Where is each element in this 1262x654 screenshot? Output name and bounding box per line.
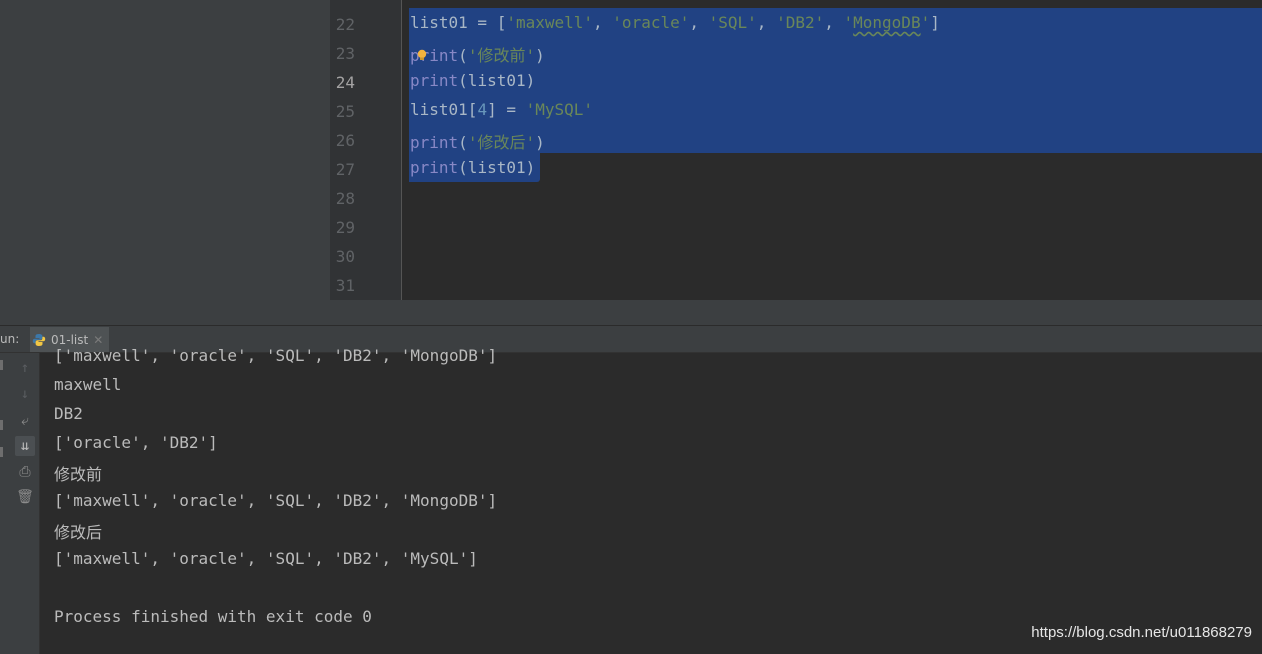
line-number: 27 [335, 160, 355, 179]
arrow-down-icon[interactable]: ↓ [15, 384, 35, 404]
scroll-to-end-icon[interactable]: ⇊ [15, 436, 35, 456]
toolbar-edge-mark [0, 447, 3, 457]
code-line-22[interactable]: list01 = ['maxwell', 'oracle', 'SQL', 'D… [410, 13, 940, 32]
line-number: 26 [335, 131, 355, 150]
project-pane [0, 0, 330, 325]
line-number: 23 [335, 44, 355, 63]
run-tab-label: 01-list [51, 332, 89, 347]
trash-icon[interactable]: 🗑 [15, 487, 35, 507]
watermark: https://blog.csdn.net/u011868279 [1031, 624, 1252, 641]
console-line: maxwell [54, 375, 122, 394]
code-line-25[interactable]: list01[4] = 'MySQL' [410, 100, 593, 119]
arrow-up-icon[interactable]: ↑ [15, 358, 35, 378]
editor-bottom-bar [330, 300, 1262, 325]
toolbar-edge-mark [0, 360, 3, 370]
console-line: ['oracle', 'DB2'] [54, 433, 218, 452]
run-window-label: un: [0, 332, 20, 346]
python-icon [32, 333, 46, 346]
console-line: ['maxwell', 'oracle', 'SQL', 'DB2', 'Mon… [54, 346, 498, 365]
toolbar-edge-mark [0, 420, 3, 430]
line-number: 31 [335, 276, 355, 295]
console-line: ['maxwell', 'oracle', 'SQL', 'DB2', 'Mon… [54, 491, 498, 510]
console-line: 修改后 [54, 523, 103, 542]
line-number: 25 [335, 102, 355, 121]
line-number: 30 [335, 247, 355, 266]
console-line: ['maxwell', 'oracle', 'SQL', 'DB2', 'MyS… [54, 549, 478, 568]
soft-wrap-icon[interactable]: ⤶ [15, 411, 35, 431]
line-number-current: 24 [335, 73, 355, 92]
line-number: 22 [335, 15, 355, 34]
lightbulb-icon[interactable] [416, 49, 428, 61]
print-icon[interactable]: ⎙ [15, 462, 35, 482]
code-line-24[interactable]: print(list01) [410, 71, 535, 90]
console-line: 修改前 [54, 465, 103, 484]
console-line: DB2 [54, 404, 83, 423]
code-line-26[interactable]: print('修改后') [410, 129, 545, 153]
code-line-23[interactable]: print('修改前') [410, 42, 545, 66]
code-line-27[interactable]: print(list01) [410, 158, 535, 177]
line-number: 29 [335, 218, 355, 237]
line-number: 28 [335, 189, 355, 208]
close-icon[interactable]: ✕ [93, 333, 103, 347]
console-exit-message: Process finished with exit code 0 [54, 607, 372, 626]
